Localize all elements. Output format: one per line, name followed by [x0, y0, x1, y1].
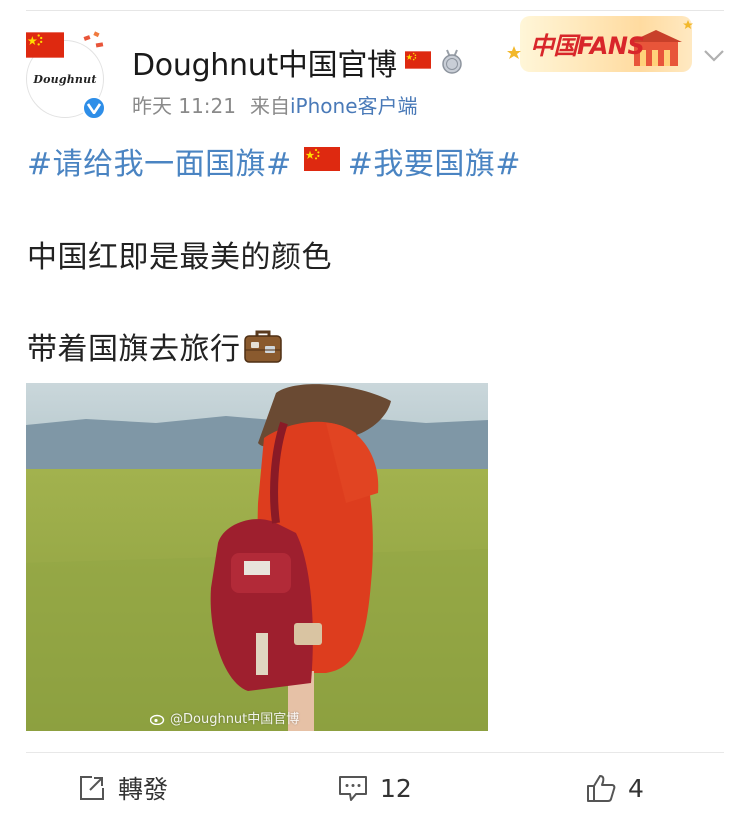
like-icon: [587, 775, 616, 802]
comment-button[interactable]: 12: [338, 770, 412, 806]
post-body: #请给我一面国旗# #我要国旗# 中国红即是最美的颜色 带着国旗去旅行: [27, 138, 727, 367]
suitcase-icon: [243, 330, 282, 363]
confetti-icon: [83, 31, 104, 48]
chevron-down-icon[interactable]: [702, 46, 726, 64]
post-text-line: 带着国旗去旅行: [27, 332, 241, 367]
comment-icon: [339, 776, 367, 801]
comment-count: 12: [380, 773, 412, 803]
weibo-icon: [150, 714, 165, 725]
repost-label: 轉發: [118, 775, 169, 804]
post-source-name[interactable]: iPhone客户端: [290, 94, 418, 118]
author-avatar-group[interactable]: Doughnut: [24, 31, 110, 120]
fans-badge[interactable]: 中国FANS: [506, 12, 696, 74]
post-source-prefix: 来自: [250, 94, 290, 118]
china-flag-icon: [303, 144, 340, 179]
medal-icon[interactable]: [439, 49, 465, 75]
fans-badge-text: 中国FANS: [530, 32, 645, 60]
post-image[interactable]: @Doughnut中国官博: [26, 383, 488, 731]
repost-icon: [80, 776, 104, 800]
china-flag-icon: [404, 51, 431, 73]
verified-icon: [82, 96, 106, 120]
topic-link-1[interactable]: #请给我一面国旗#: [27, 139, 292, 183]
topic-link-2[interactable]: #我要国旗#: [348, 139, 521, 183]
image-watermark-text: @Doughnut中国官博: [170, 712, 300, 727]
post-text-line: 中国红即是最美的颜色: [27, 240, 332, 275]
like-count: 4: [628, 773, 644, 803]
avatar-logo-text: Doughnut: [33, 72, 97, 86]
china-flag-icon: [26, 32, 64, 62]
repost-button[interactable]: 轉發: [78, 770, 168, 806]
image-watermark: @Doughnut中国官博: [150, 708, 299, 727]
post-time: 昨天 11:21: [132, 94, 236, 118]
actions-divider: [26, 752, 724, 753]
top-divider: [26, 10, 724, 11]
post-source: 来自iPhone客户端: [250, 90, 418, 119]
author-name-row: Doughnut中国官博: [132, 40, 465, 84]
post-meta: 昨天 11:21 来自iPhone客户端: [132, 90, 418, 119]
post-topics-line: #请给我一面国旗# #我要国旗#: [27, 138, 727, 184]
author-username[interactable]: Doughnut中国官博: [132, 40, 397, 84]
like-button[interactable]: 4: [586, 770, 644, 806]
post-text-line-suitcase: 带着国旗去旅行: [27, 324, 283, 368]
